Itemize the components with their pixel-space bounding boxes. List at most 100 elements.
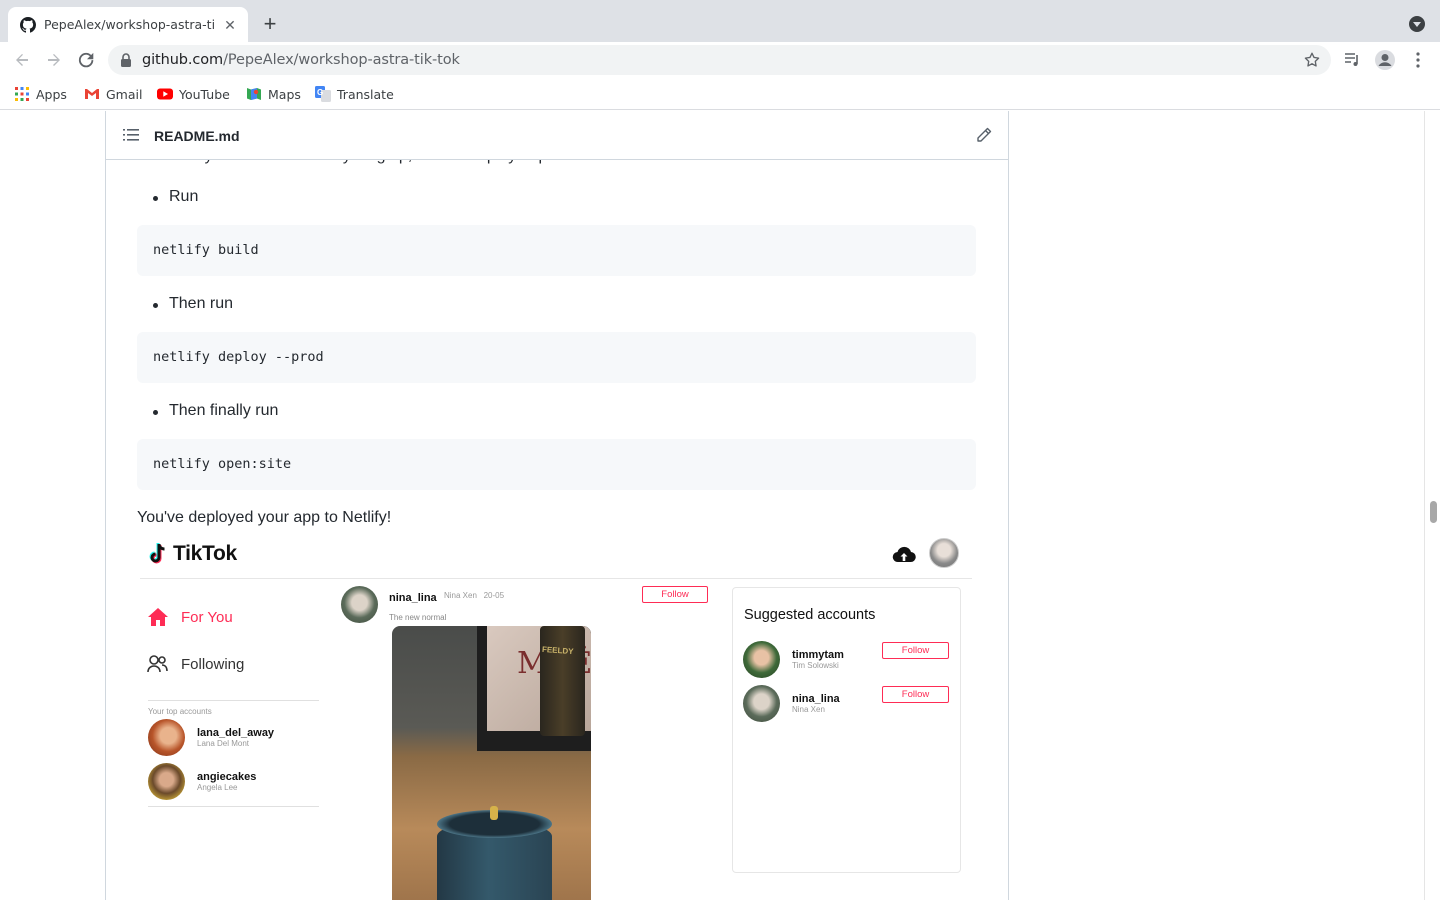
account-username: timmytam bbox=[792, 649, 844, 661]
profile-avatar-icon[interactable] bbox=[1375, 50, 1395, 70]
list-item: Then run bbox=[152, 295, 234, 312]
avatar bbox=[148, 763, 185, 800]
apps-grid-icon bbox=[15, 87, 29, 101]
post-meta: Nina Xen 20-05 bbox=[444, 591, 504, 600]
avatar bbox=[743, 641, 780, 678]
code-block: netlify build bbox=[137, 225, 976, 276]
tab-search-icon[interactable] bbox=[1409, 16, 1425, 32]
bookmark-label: Translate bbox=[337, 86, 394, 102]
svg-text:G: G bbox=[317, 88, 323, 97]
code-text: netlify open:site bbox=[153, 456, 292, 472]
bookmark-star-icon[interactable] bbox=[1303, 51, 1321, 69]
account-name: Nina Xen bbox=[792, 705, 825, 714]
divider bbox=[140, 578, 972, 579]
maps-icon bbox=[247, 88, 261, 100]
account-name: Angela Lee bbox=[197, 783, 238, 792]
follow-button: Follow bbox=[882, 642, 949, 659]
tiktok-logo: TikTok bbox=[147, 542, 237, 566]
account-name: Lana Del Mont bbox=[197, 739, 250, 748]
video-bottle-object: FEELDY bbox=[540, 626, 585, 736]
people-icon bbox=[147, 655, 168, 673]
nav-for-you: For You bbox=[147, 607, 233, 627]
url-host: github.com bbox=[142, 52, 224, 68]
video-figurine bbox=[490, 806, 498, 820]
code-block: netlify open:site bbox=[137, 439, 976, 490]
code-text: netlify build bbox=[153, 242, 259, 258]
tiktok-note-icon bbox=[149, 543, 165, 564]
list-item: nina_lina Nina Xen bbox=[743, 685, 840, 722]
page-scrollbar[interactable] bbox=[1424, 111, 1440, 900]
tab-strip: PepeAlex/workshop-astra-tik-t ✕ + bbox=[0, 0, 1440, 42]
readme-filename[interactable]: README.md bbox=[154, 128, 240, 144]
browser-tab[interactable]: PepeAlex/workshop-astra-tik-t ✕ bbox=[8, 7, 248, 42]
address-bar[interactable]: github.com/PepeAlex/workshop-astra-tik-t… bbox=[108, 45, 1331, 75]
post-date: 20-05 bbox=[483, 591, 505, 600]
bookmark-label: YouTube bbox=[179, 86, 230, 102]
readme-header: README.md bbox=[106, 111, 1008, 160]
suggested-accounts-panel: Suggested accounts timmytam Tim Solowski… bbox=[732, 587, 961, 873]
browser-menu-icon[interactable] bbox=[1408, 50, 1428, 70]
tab-title: PepeAlex/workshop-astra-tik-t bbox=[44, 17, 216, 32]
new-tab-button[interactable]: + bbox=[259, 13, 281, 35]
nav-label: For You bbox=[181, 608, 233, 626]
bookmarks-bar: Apps Gmail YouTube Maps G Translate bbox=[0, 78, 1440, 110]
account-name: Tim Solowski bbox=[792, 661, 839, 670]
account-username: lana_del_away bbox=[197, 727, 275, 739]
follow-button: Follow bbox=[642, 586, 708, 603]
bookmark-label: Gmail bbox=[106, 86, 143, 102]
suggested-title: Suggested accounts bbox=[744, 607, 876, 623]
code-text: netlify deploy --prod bbox=[153, 349, 324, 365]
list-item: timmytam Tim Solowski bbox=[743, 641, 844, 678]
gmail-icon bbox=[85, 89, 99, 99]
bookmark-maps[interactable]: Maps bbox=[246, 85, 301, 103]
avatar bbox=[743, 685, 780, 722]
back-arrow-icon bbox=[16, 54, 28, 66]
list-item: lana_del_away Lana Del Mont bbox=[148, 719, 274, 756]
avatar bbox=[929, 538, 959, 568]
scrollbar-thumb[interactable] bbox=[1430, 501, 1437, 523]
forward-arrow-icon bbox=[48, 54, 60, 66]
home-icon bbox=[148, 608, 168, 626]
tiktok-screenshot-image: TikTok For You Following Your top accoun… bbox=[137, 532, 976, 900]
media-control-icon[interactable] bbox=[1343, 50, 1363, 70]
lock-icon bbox=[121, 53, 131, 67]
back-button[interactable] bbox=[10, 48, 34, 72]
reload-button[interactable] bbox=[74, 48, 98, 72]
divider bbox=[148, 806, 319, 807]
bookmark-youtube[interactable]: YouTube bbox=[157, 85, 230, 103]
top-accounts-label: Your top accounts bbox=[148, 707, 212, 716]
post-username: nina_lina bbox=[389, 592, 437, 604]
nav-following: Following bbox=[147, 654, 244, 674]
page-content: README.md Now that you've hooked everyth… bbox=[0, 111, 1440, 900]
nav-label: Following bbox=[181, 655, 245, 673]
translate-icon: G bbox=[315, 86, 331, 102]
post-caption: The new normal bbox=[389, 613, 447, 622]
bookmark-apps[interactable]: Apps bbox=[14, 85, 67, 103]
divider bbox=[148, 700, 319, 701]
url-text: github.com/PepeAlex/workshop-astra-tik-t… bbox=[142, 52, 460, 68]
post-name: Nina Xen bbox=[444, 591, 477, 600]
account-username: nina_lina bbox=[792, 693, 840, 705]
follow-button: Follow bbox=[882, 686, 949, 703]
tiktok-wordmark: TikTok bbox=[173, 542, 237, 565]
close-icon[interactable]: ✕ bbox=[222, 17, 238, 33]
avatar bbox=[341, 586, 378, 623]
url-path: /PepeAlex/workshop-astra-tik-tok bbox=[223, 52, 460, 68]
code-block: netlify deploy --prod bbox=[137, 332, 976, 383]
bookmark-label: Maps bbox=[268, 86, 301, 102]
reload-icon bbox=[78, 52, 94, 68]
youtube-icon bbox=[157, 88, 173, 100]
closing-paragraph: You've deployed your app to Netlify! bbox=[137, 509, 392, 526]
list-item: Run bbox=[152, 188, 199, 205]
bottle-text: FEELDY bbox=[541, 644, 574, 657]
list-item: Then finally run bbox=[152, 402, 279, 419]
github-icon bbox=[20, 16, 36, 33]
bookmark-label: Apps bbox=[36, 86, 67, 102]
bookmark-gmail[interactable]: Gmail bbox=[84, 85, 142, 103]
browser-toolbar: github.com/PepeAlex/workshop-astra-tik-t… bbox=[0, 42, 1440, 78]
bookmark-translate[interactable]: G Translate bbox=[315, 85, 394, 103]
pencil-edit-icon[interactable] bbox=[976, 127, 992, 143]
table-of-contents-icon[interactable] bbox=[123, 127, 139, 143]
post-video: MOË FEELDY bbox=[392, 626, 591, 900]
forward-button[interactable] bbox=[42, 48, 66, 72]
